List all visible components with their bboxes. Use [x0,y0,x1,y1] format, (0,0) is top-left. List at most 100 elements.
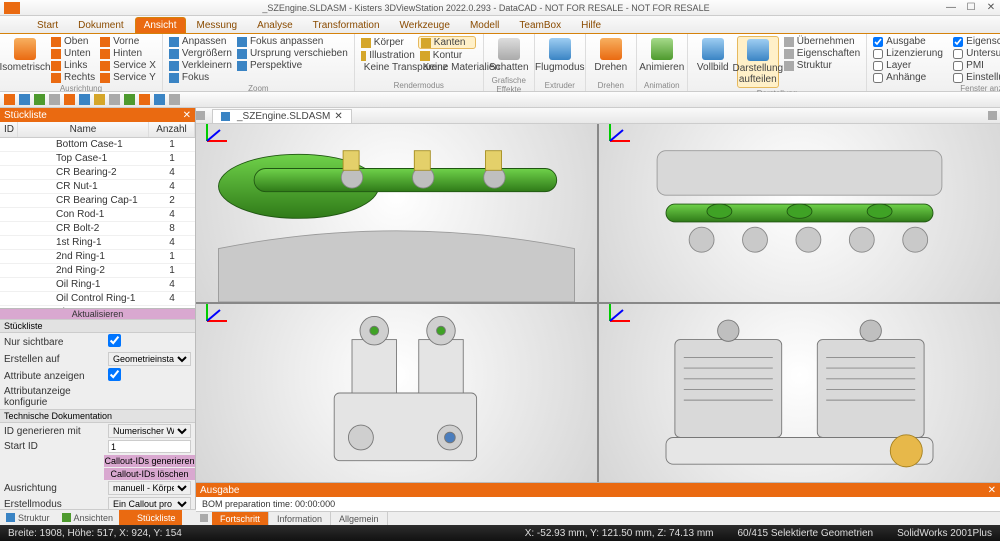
ribbon-item[interactable]: Eigenschaften [782,48,862,59]
animate-button[interactable]: Animieren [641,36,683,75]
ribbon-item[interactable]: Verkleinern [167,60,234,71]
qa-icon[interactable] [19,94,30,105]
table-row[interactable]: CR Nut-14 [0,180,195,194]
col-count[interactable]: Anzahl [149,122,195,137]
table-row[interactable]: CR Bolt-28 [0,222,195,236]
ribbon-item[interactable]: Rechts [49,72,97,83]
ribbon-item[interactable]: Vergrößern [167,48,234,59]
viewport-tl[interactable] [196,124,597,302]
table-row[interactable]: CR Bearing Cap-12 [0,194,195,208]
gen-callout-ids-button[interactable]: Callout-IDs generieren [104,455,195,467]
maximize-button[interactable]: ☐ [966,3,976,13]
window-toggle[interactable]: Untersuchungen [951,48,1000,59]
window-toggle[interactable]: Eigenschaft... [951,36,1000,47]
left-tab[interactable]: Struktur [0,510,56,525]
table-row[interactable]: 1st Ring-14 [0,236,195,250]
ribbon-tab-ansicht[interactable]: Ansicht [135,17,186,33]
checkbox[interactable] [108,334,121,347]
ribbon-item[interactable]: Illustration [359,50,417,61]
checkbox[interactable] [108,368,121,381]
ribbon-item[interactable]: Kontur [418,50,476,61]
ribbon-item[interactable]: Vorne [98,36,158,47]
qa-icon[interactable] [109,94,120,105]
ribbon-item[interactable]: Kanten [418,36,476,49]
close-button[interactable]: ✕ [986,3,996,13]
tab-prev-icon[interactable] [196,111,205,120]
ribbon-item[interactable]: Fokus anpassen [235,36,350,47]
table-row[interactable]: Bottom Case-11 [0,138,195,152]
tab-prev-icon[interactable] [200,514,208,522]
qa-icon[interactable] [79,94,90,105]
ribbon-item[interactable]: Fokus [167,72,234,83]
qa-icon[interactable] [154,94,165,105]
viewport-tr[interactable] [599,124,1000,302]
ribbon-item[interactable]: Übernehmen [782,36,862,47]
split-view-button[interactable]: Darstellung aufteilen [737,36,779,88]
ribbon-tab-transformation[interactable]: Transformation [304,17,389,33]
window-toggle[interactable]: Anhänge [871,72,947,83]
output-tab[interactable]: Information [269,512,331,525]
checkbox[interactable] [953,37,963,47]
ribbon-tab-start[interactable]: Start [28,17,67,33]
output-tab[interactable]: Allgemein [331,512,388,525]
table-row[interactable]: 2nd Ring-11 [0,250,195,264]
ribbon-item[interactable]: Links [49,60,97,71]
rotate-button[interactable]: Drehen [590,36,632,75]
document-tab[interactable]: _SZEngine.SLDASM ✕ [212,109,352,123]
qa-icon[interactable] [94,94,105,105]
checkbox[interactable] [873,61,883,71]
tab-menu-icon[interactable] [988,111,997,120]
qa-icon[interactable] [64,94,75,105]
ribbon-item[interactable]: Körper [359,36,417,49]
ribbon-tab-hilfe[interactable]: Hilfe [572,17,610,33]
panel-close-icon[interactable]: ✕ [988,485,996,496]
checkbox[interactable] [873,49,883,59]
left-tab[interactable]: Ansichten [56,510,120,525]
table-row[interactable]: Top Case-11 [0,152,195,166]
fullscreen-button[interactable]: Vollbild [692,36,734,75]
viewport-bl[interactable] [196,304,597,482]
ribbon-tab-messung[interactable]: Messung [188,17,247,33]
ribbon-tab-werkzeuge[interactable]: Werkzeuge [391,17,459,33]
ribbon-item[interactable]: Oben [49,36,97,47]
ribbon-item[interactable]: Unten [49,48,97,59]
del-callout-ids-button[interactable]: Callout-IDs löschen [104,468,195,480]
col-id[interactable]: ID [0,122,18,137]
ribbon-tab-teambox[interactable]: TeamBox [510,17,570,33]
ribbon-item[interactable]: Struktur [782,60,862,71]
ribbon-item[interactable]: Ursprung verschieben [235,48,350,59]
ribbon-tab-analyse[interactable]: Analyse [248,17,302,33]
minimize-button[interactable]: — [946,3,956,13]
table-row[interactable]: 2nd Ring-21 [0,264,195,278]
left-tab[interactable]: Stückliste [119,510,182,525]
bom-update-button[interactable]: Aktualisieren [0,308,195,319]
select[interactable]: manuell - Körper [108,481,191,495]
ribbon-item[interactable]: Perspektive [235,60,350,71]
ribbon-item[interactable]: Anpassen [167,36,234,47]
window-toggle[interactable]: Lizenzierung [871,48,947,59]
window-toggle[interactable]: Layer [871,60,947,71]
ribbon-item[interactable]: Service X [98,60,158,71]
select[interactable]: Geometrieinstanz [108,352,191,366]
checkbox[interactable] [873,73,883,83]
ribbon-item[interactable]: Hinten [98,48,158,59]
flymode-button[interactable]: Flugmodus [539,36,581,75]
table-row[interactable]: Oil Control Ring-14 [0,292,195,306]
qa-icon[interactable] [4,94,15,105]
text-input[interactable] [108,440,191,453]
ribbon-tab-dokument[interactable]: Dokument [69,17,133,33]
qa-icon[interactable] [49,94,60,105]
ribbon-item[interactable]: Service Y [98,72,158,83]
window-toggle[interactable]: Ausgabe [871,36,947,47]
qa-icon[interactable] [124,94,135,105]
ribbon-item[interactable]: Keine Transparenz [359,62,417,73]
window-toggle[interactable]: Einstellungen [951,72,1000,83]
table-row[interactable]: Con Rod-14 [0,208,195,222]
viewport-br[interactable] [599,304,1000,482]
select[interactable]: Numerischer Wert (Start ID) [108,424,191,438]
shadow-button[interactable]: Schatten [488,36,530,75]
qa-icon[interactable] [139,94,150,105]
panel-close-icon[interactable]: ✕ [183,110,191,121]
qa-icon[interactable] [34,94,45,105]
checkbox[interactable] [873,37,883,47]
